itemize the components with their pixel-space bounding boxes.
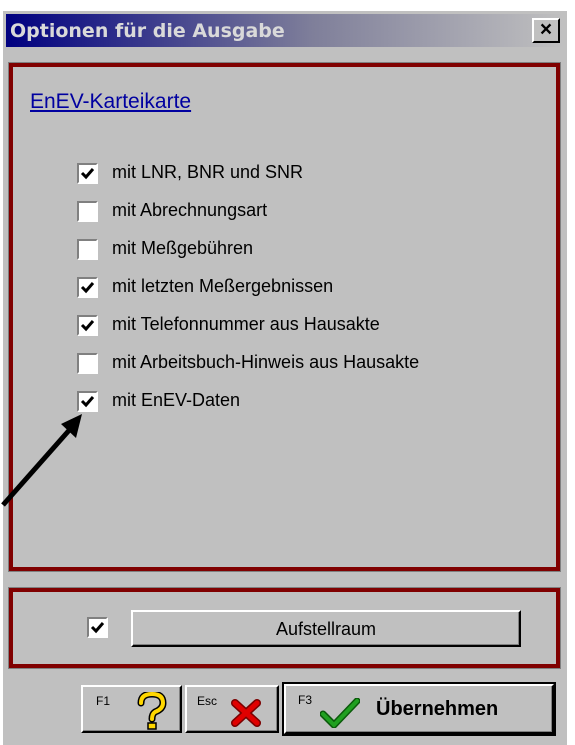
option-label: mit Abrechnungsart xyxy=(112,200,268,220)
checkbox[interactable] xyxy=(77,353,98,374)
check-icon xyxy=(80,282,95,294)
help-button[interactable]: F1 xyxy=(81,685,182,733)
green-checkmark-icon xyxy=(320,698,360,728)
aufstellraum-label: Aufstellraum xyxy=(275,619,377,639)
check-icon xyxy=(80,320,95,332)
close-icon: × xyxy=(539,18,553,41)
ok-key-label: F3 xyxy=(298,693,313,707)
options-dialog: Optionen für die Ausgabe × EnEV-Karteika… xyxy=(3,11,567,745)
cancel-button[interactable]: Esc xyxy=(185,685,279,733)
checkbox[interactable] xyxy=(77,163,98,184)
check-icon xyxy=(80,168,95,180)
option-label: mit Telefonnummer aus Hausakte xyxy=(112,314,380,334)
title-bar[interactable]: Optionen für die Ausgabe × xyxy=(6,14,564,47)
checkbox[interactable] xyxy=(77,277,98,298)
cancel-key-label: Esc xyxy=(197,694,218,708)
aufstellraum-button[interactable]: Aufstellraum xyxy=(131,610,521,647)
option-label: mit LNR, BNR und SNR xyxy=(112,162,304,182)
option-label: mit letzten Meßergebnissen xyxy=(112,276,334,296)
arrow-icon xyxy=(1,414,82,507)
uebernehmen-label: Übernehmen xyxy=(376,698,499,720)
check-icon xyxy=(90,622,105,634)
checkbox[interactable] xyxy=(77,201,98,222)
red-x-icon xyxy=(231,699,261,727)
close-button[interactable]: × xyxy=(532,18,560,43)
option-label: mit EnEV-Daten xyxy=(112,390,241,410)
checkbox[interactable] xyxy=(77,315,98,336)
question-mark-icon xyxy=(137,692,167,730)
option-label: mit Arbeitsbuch-Hinweis aus Hausakte xyxy=(112,352,420,372)
checkbox[interactable] xyxy=(77,239,98,260)
window-title: Optionen für die Ausgabe xyxy=(10,20,285,42)
enev-karteikarte-link[interactable]: EnEV-Karteikarte xyxy=(30,90,191,114)
help-key-label: F1 xyxy=(96,694,111,708)
uebernehmen-button[interactable]: F3 Übernehmen xyxy=(282,682,556,736)
option-label: mit Meßgebühren xyxy=(112,238,254,258)
room-checkbox[interactable] xyxy=(87,617,108,638)
